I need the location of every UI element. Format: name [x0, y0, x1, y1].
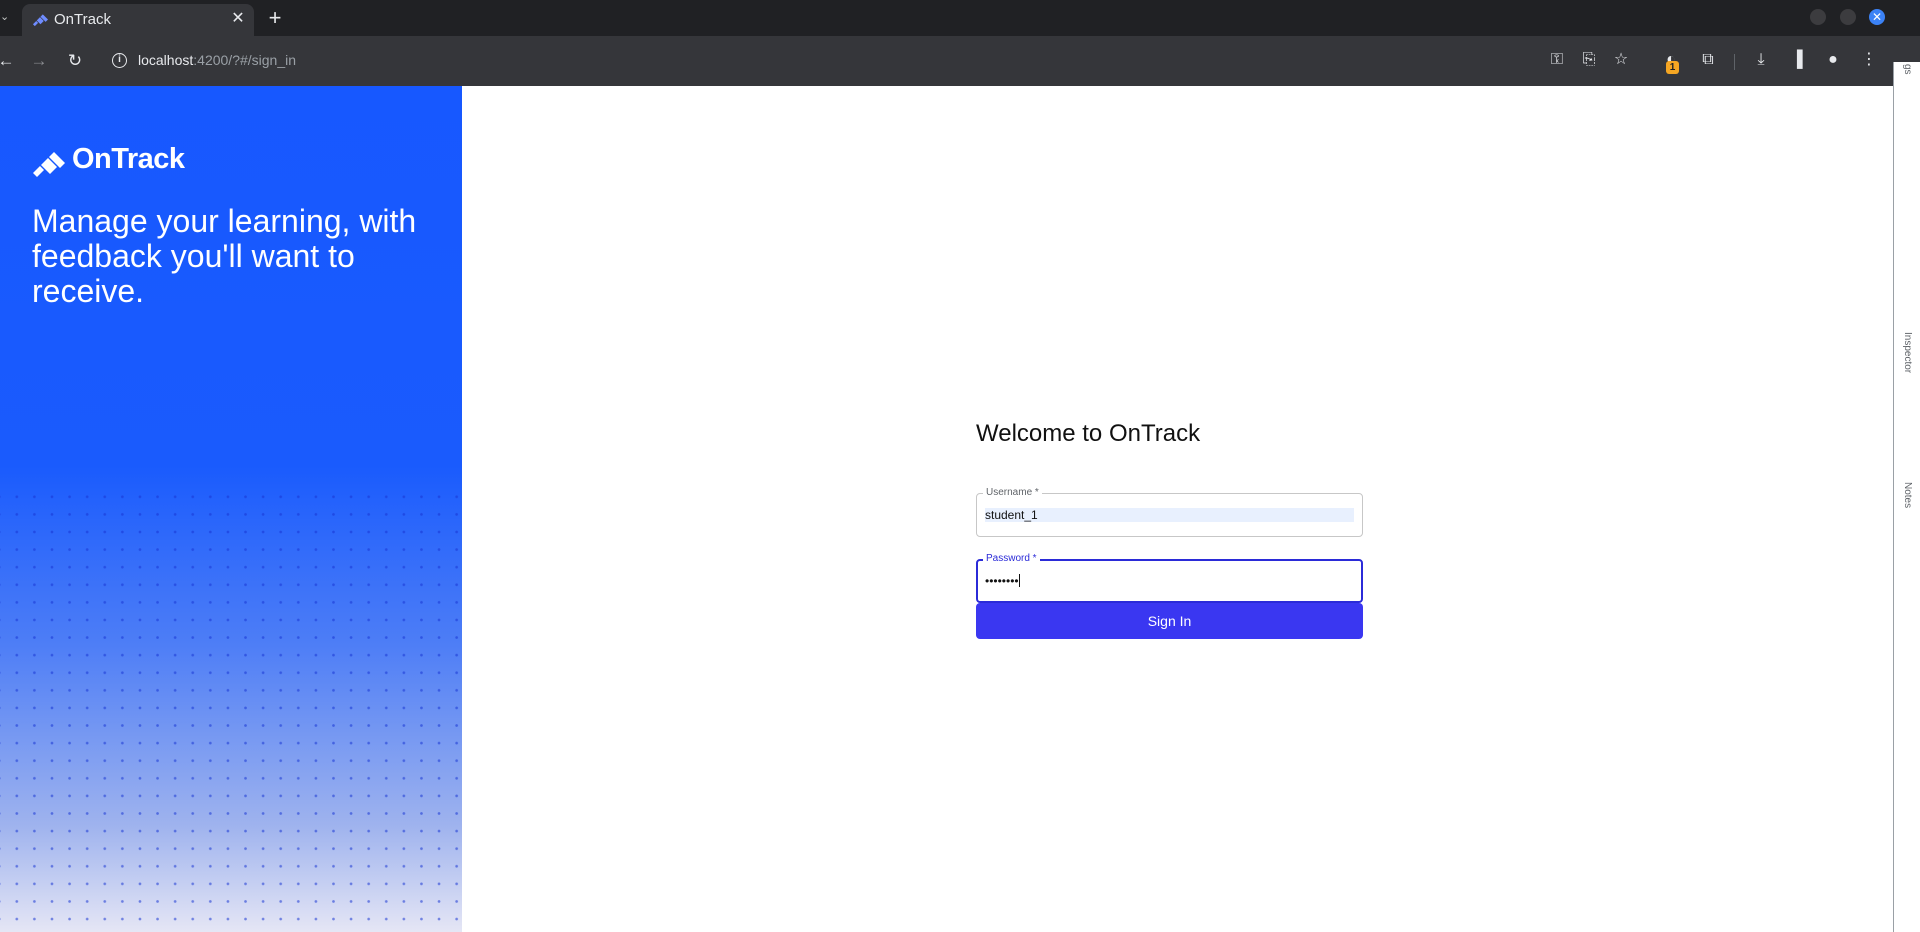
new-tab-icon[interactable]: + [264, 7, 286, 29]
ontrack-favicon-icon [32, 14, 48, 27]
browser-menu-icon[interactable]: ⋮ [1858, 49, 1880, 71]
url-host: localhost [138, 52, 194, 68]
username-input[interactable]: student_1 [985, 508, 1354, 522]
tab-title: OnTrack [54, 11, 111, 28]
install-app-icon[interactable]: ⎘ [1578, 49, 1600, 71]
password-key-icon[interactable]: ⚿ [1546, 49, 1568, 71]
password-input[interactable]: •••••••• [985, 574, 1354, 588]
url-path: :4200/?#/sign_in [193, 52, 297, 68]
reload-icon[interactable]: ↻ [63, 49, 87, 73]
devtools-sidebar: gs Inspector Notes [1893, 62, 1920, 932]
welcome-heading: Welcome to OnTrack [976, 420, 1201, 447]
toolbar-divider [1734, 54, 1735, 70]
back-arrow-icon[interactable]: ← [0, 49, 18, 73]
devtools-label-settings[interactable]: gs [1902, 64, 1913, 75]
close-window-icon[interactable]: ✕ [1869, 9, 1885, 25]
bookmark-star-icon[interactable]: ☆ [1610, 49, 1632, 71]
browser-tabstrip: ⌄ OnTrack ✕ + ✕ [0, 0, 1920, 36]
download-icon[interactable]: ⤓ [1750, 49, 1772, 71]
password-field[interactable]: Password * •••••••• [976, 553, 1363, 603]
side-panel-icon[interactable]: ▐ [1786, 49, 1808, 71]
username-field[interactable]: Username * student_1 [976, 487, 1363, 537]
address-bar[interactable]: i localhost:4200/?#/sign_in [104, 43, 1544, 79]
sign-in-button[interactable]: Sign In [976, 603, 1363, 639]
dot-pattern [0, 486, 462, 932]
browser-toolbar: ← → ↻ i localhost:4200/?#/sign_in ⚿ ⎘ ☆ … [0, 36, 1920, 86]
url-text[interactable]: localhost:4200/?#/sign_in [138, 52, 296, 68]
extension-badge: 1 [1666, 61, 1679, 74]
brand-name: OnTrack [72, 143, 185, 175]
browser-tab[interactable]: OnTrack ✕ [22, 4, 254, 36]
hero-panel: OnTrack Manage your learning, with feedb… [0, 86, 462, 932]
devtools-label-inspector[interactable]: Inspector [1902, 332, 1913, 373]
extensions-puzzle-icon[interactable]: ⧉ [1697, 49, 1719, 71]
password-masked-value: •••••••• [985, 574, 1019, 588]
maximize-window-icon[interactable] [1840, 9, 1856, 25]
ontrack-logo-icon [33, 152, 65, 177]
devtools-label-notes[interactable]: Notes [1902, 482, 1913, 508]
minimize-window-icon[interactable] [1810, 9, 1826, 25]
hero-tagline: Manage your learning, with feedback you'… [32, 203, 417, 309]
close-tab-icon[interactable]: ✕ [228, 9, 248, 29]
page-viewport: OnTrack Manage your learning, with feedb… [0, 86, 1893, 932]
profile-icon[interactable]: ● [1822, 49, 1844, 71]
forward-arrow-icon[interactable]: → [27, 49, 51, 73]
text-caret [1018, 574, 1020, 587]
password-label: Password * [983, 553, 1040, 564]
username-label: Username * [983, 487, 1042, 498]
tab-search-chevron-icon[interactable]: ⌄ [0, 10, 14, 26]
site-info-icon[interactable]: i [112, 53, 127, 68]
